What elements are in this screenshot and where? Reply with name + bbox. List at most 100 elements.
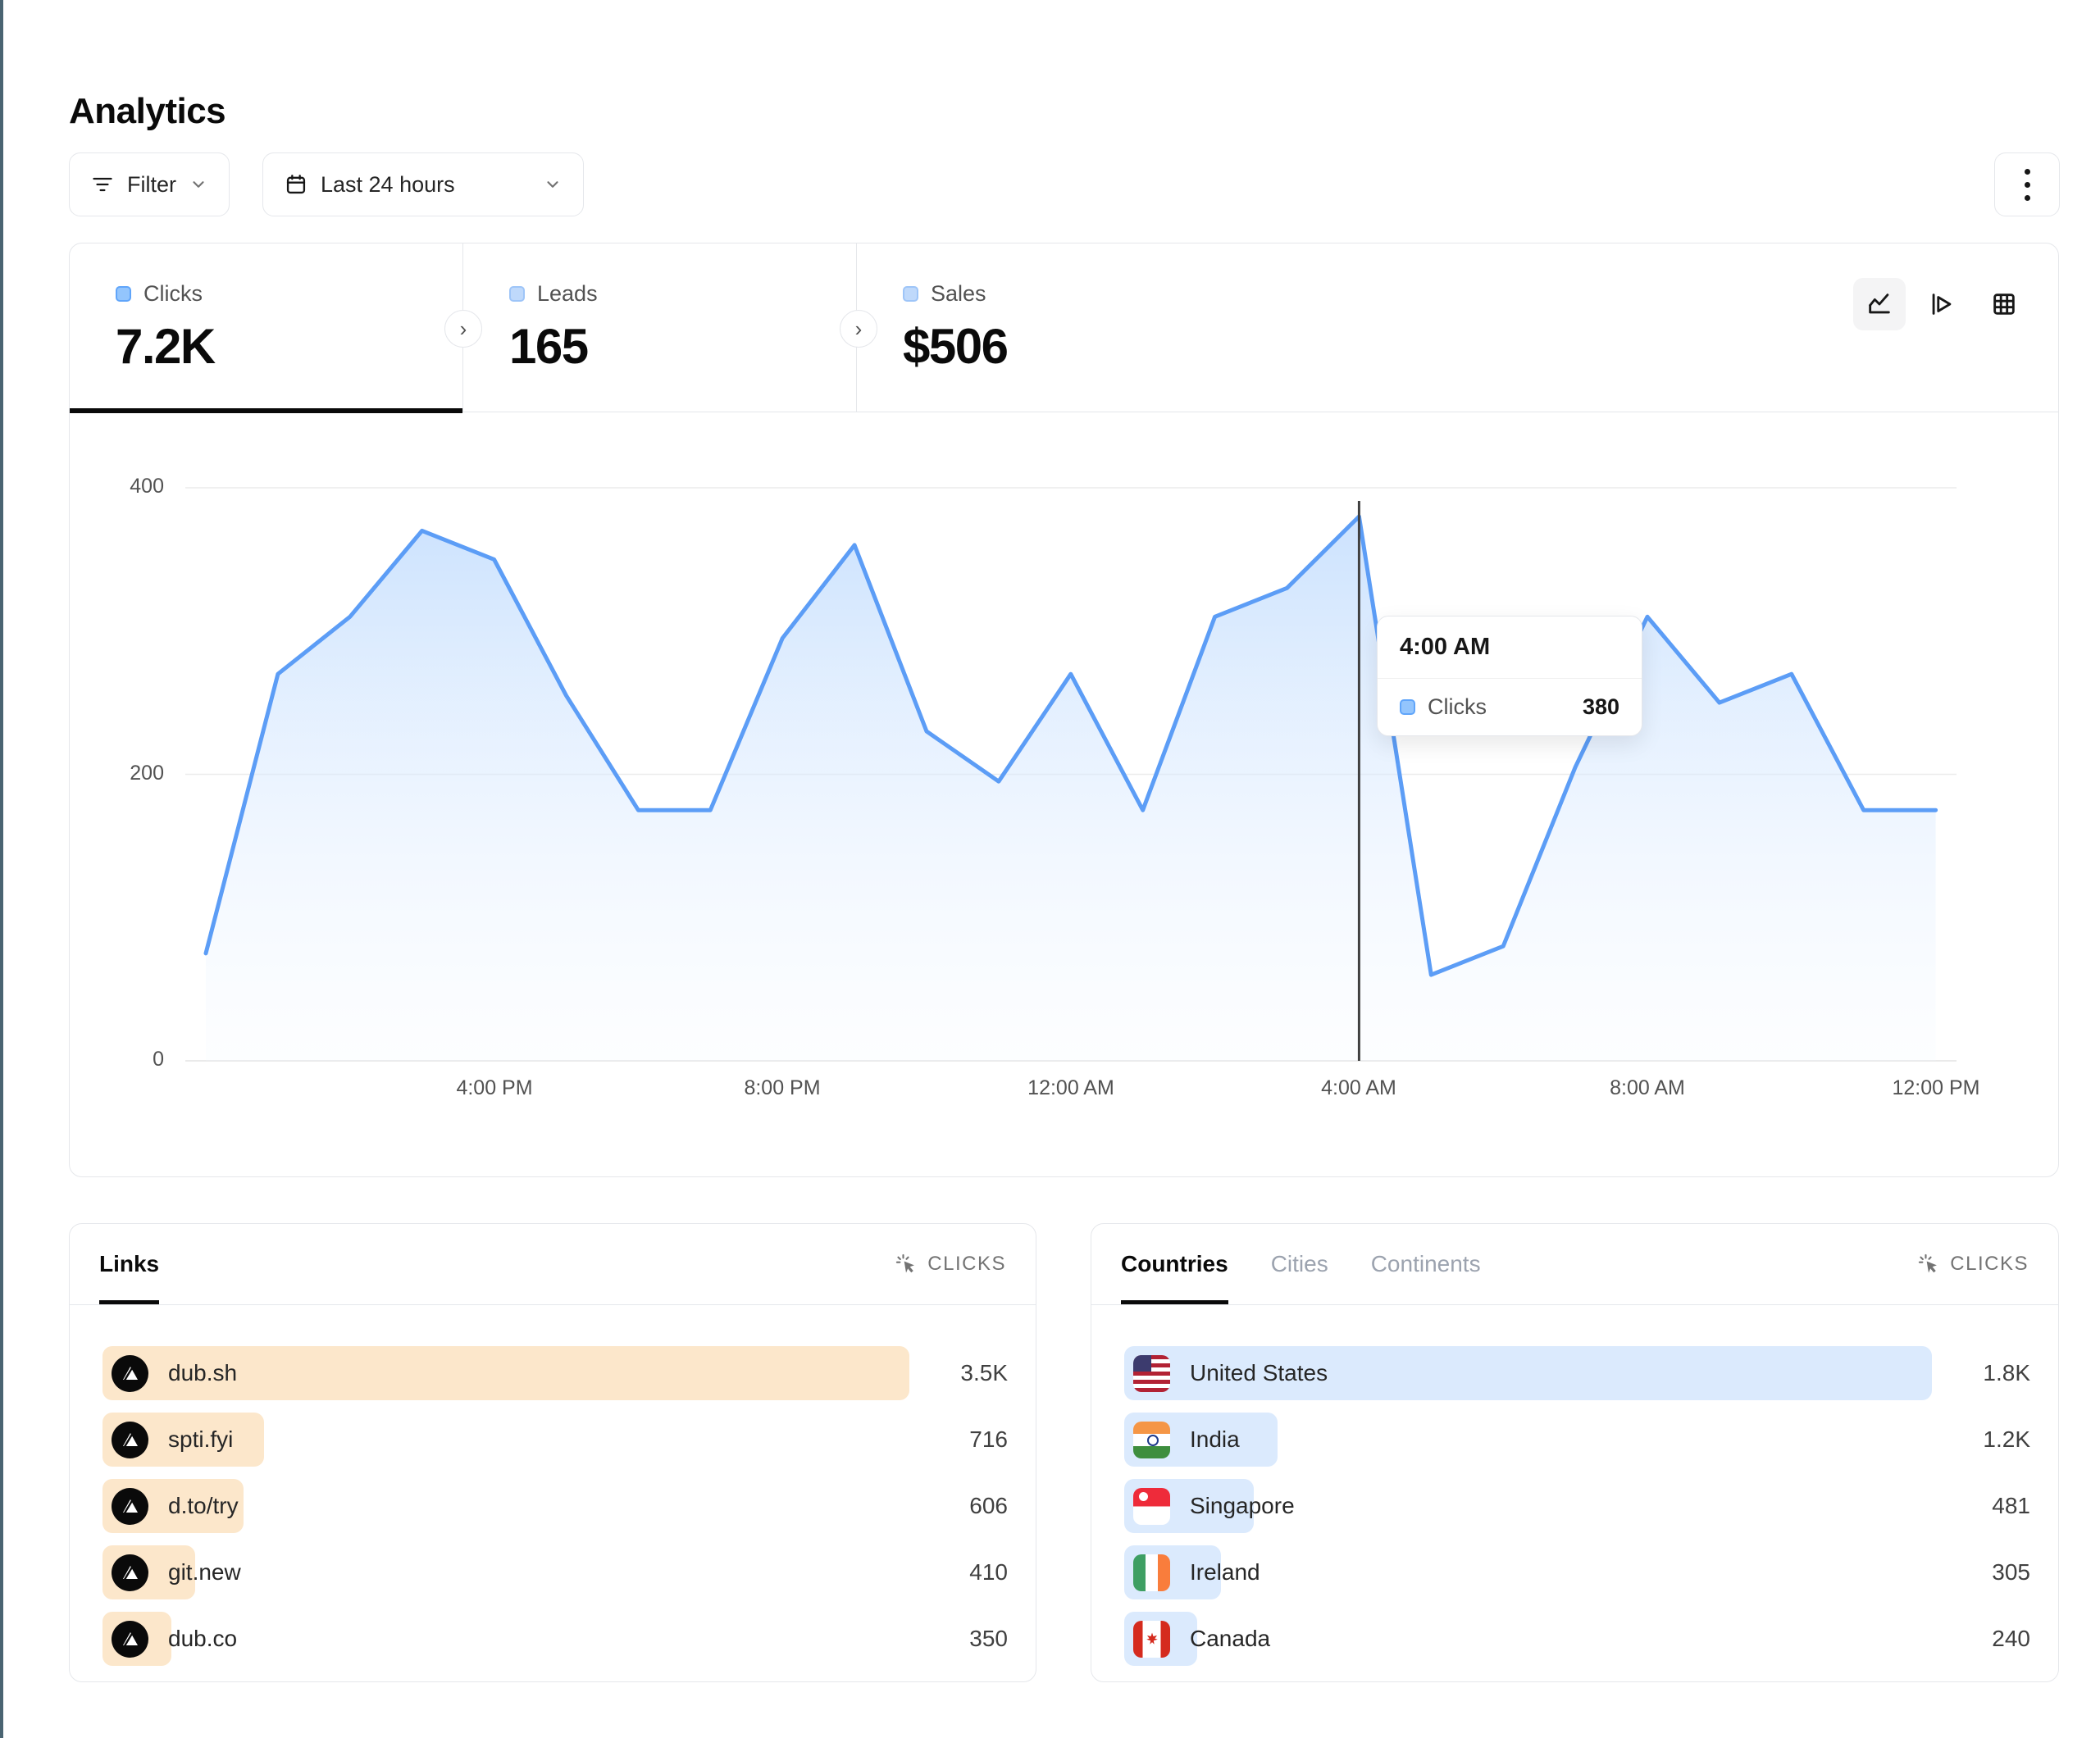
country-row[interactable]: Canada 240 <box>1124 1612 2030 1666</box>
line-chart-icon <box>1865 290 1893 318</box>
link-row[interactable]: dub.co 350 <box>102 1612 1008 1666</box>
country-clicks: 481 <box>1932 1493 2030 1519</box>
country-row[interactable]: Singapore 481 <box>1124 1479 2030 1533</box>
filter-label: Filter <box>127 172 176 198</box>
link-label: dub.sh <box>168 1360 237 1386</box>
clicks-time-series-chart[interactable]: 400 200 0 4:00 PM 8:00 PM 12:00 AM 4:00 … <box>70 412 2057 1176</box>
chevron-right-icon[interactable]: › <box>444 310 482 348</box>
link-clicks: 410 <box>909 1559 1008 1586</box>
metric-label: Clicks <box>143 281 203 307</box>
country-label: Singapore <box>1190 1493 1295 1519</box>
filter-icon <box>91 173 114 196</box>
link-label: d.to/try <box>168 1493 239 1519</box>
x-axis-tick: 4:00 AM <box>1321 1076 1396 1100</box>
link-clicks: 350 <box>909 1626 1008 1652</box>
ireland-flag-icon <box>1133 1554 1170 1591</box>
chart-type-switcher <box>1853 278 2030 330</box>
link-row[interactable]: dub.sh 3.5K <box>102 1346 1008 1400</box>
clicks-value: 7.2K <box>116 318 462 375</box>
link-clicks: 716 <box>909 1426 1008 1453</box>
x-axis-tick: 12:00 PM <box>1892 1076 1979 1100</box>
chevron-down-icon <box>544 175 562 193</box>
country-row[interactable]: India 1.2K <box>1124 1413 2030 1467</box>
x-axis-tick: 8:00 PM <box>744 1076 820 1100</box>
date-range-button[interactable]: Last 24 hours <box>262 152 584 216</box>
tooltip-value: 380 <box>1583 694 1619 720</box>
country-row[interactable]: Ireland 305 <box>1124 1545 2030 1599</box>
metric-tabs: Clicks 7.2K Leads 165 Sales $506 › › <box>70 243 2058 412</box>
chart-tooltip: 4:00 AM Clicks 380 <box>1377 616 1642 736</box>
country-clicks: 240 <box>1932 1626 2030 1652</box>
funnel-chart-icon <box>1928 290 1956 318</box>
metric-header-label: CLICKS <box>1950 1253 2029 1276</box>
clicks-legend-chip-icon <box>116 286 131 302</box>
country-row[interactable]: United States 1.8K <box>1124 1346 2030 1400</box>
y-axis-tick: 200 <box>70 762 164 785</box>
link-label: dub.co <box>168 1626 237 1652</box>
page-title: Analytics <box>69 91 225 132</box>
tab-links[interactable]: Links <box>99 1224 159 1304</box>
cursor-click-icon <box>1917 1253 1940 1276</box>
line-chart-view-button[interactable] <box>1853 278 1906 330</box>
tab-cities[interactable]: Cities <box>1271 1224 1328 1304</box>
links-panel: Links CLICKS dub.sh 3.5K <box>69 1223 1036 1682</box>
link-row[interactable]: spti.fyi 716 <box>102 1413 1008 1467</box>
dub-logo-icon <box>112 1554 148 1591</box>
x-axis-tick: 4:00 PM <box>456 1076 532 1100</box>
y-axis-tick: 0 <box>70 1048 164 1071</box>
metric-label: Leads <box>537 281 598 307</box>
singapore-flag-icon <box>1133 1488 1170 1525</box>
countries-metric-selector[interactable]: CLICKS <box>1917 1224 2029 1304</box>
link-row[interactable]: git.new 410 <box>102 1545 1008 1599</box>
tab-leads[interactable]: Leads 165 <box>463 243 857 412</box>
dub-logo-icon <box>112 1621 148 1658</box>
clicks-chart <box>70 412 2057 1176</box>
canada-flag-icon <box>1133 1621 1170 1658</box>
dub-logo-icon <box>112 1488 148 1525</box>
link-label: spti.fyi <box>168 1426 233 1453</box>
link-clicks: 606 <box>909 1493 1008 1519</box>
tab-sales[interactable]: Sales $506 <box>857 243 1255 412</box>
tab-countries[interactable]: Countries <box>1121 1224 1228 1304</box>
metric-header-label: CLICKS <box>927 1253 1006 1276</box>
y-axis-tick: 400 <box>70 475 164 498</box>
sales-legend-chip-icon <box>903 286 918 302</box>
x-axis-tick: 8:00 AM <box>1610 1076 1685 1100</box>
calendar-icon <box>285 173 307 196</box>
country-clicks: 1.8K <box>1932 1360 2030 1386</box>
filter-button[interactable]: Filter <box>69 152 230 216</box>
kebab-menu-icon <box>2025 169 2030 201</box>
cursor-click-icon <box>895 1253 918 1276</box>
country-label: India <box>1190 1426 1240 1453</box>
more-options-button[interactable] <box>1994 152 2060 216</box>
tab-clicks[interactable]: Clicks 7.2K <box>70 243 463 412</box>
india-flag-icon <box>1133 1422 1170 1458</box>
leads-legend-chip-icon <box>509 286 525 302</box>
country-label: United States <box>1190 1360 1328 1386</box>
country-clicks: 305 <box>1932 1559 2030 1586</box>
tooltip-time: 4:00 AM <box>1378 616 1642 679</box>
link-label: git.new <box>168 1559 241 1586</box>
tooltip-series-label: Clicks <box>1428 694 1487 720</box>
analytics-card: Clicks 7.2K Leads 165 Sales $506 › › <box>69 243 2059 1177</box>
country-clicks: 1.2K <box>1932 1426 2030 1453</box>
chevron-down-icon <box>189 175 207 193</box>
leads-value: 165 <box>509 318 856 375</box>
funnel-view-button[interactable] <box>1916 278 1968 330</box>
link-row[interactable]: d.to/try 606 <box>102 1479 1008 1533</box>
country-label: Canada <box>1190 1626 1270 1652</box>
countries-panel: Countries Cities Continents CLICKS Unite… <box>1091 1223 2059 1682</box>
dub-logo-icon <box>112 1355 148 1392</box>
left-edge-accent <box>0 0 3 1738</box>
table-view-button[interactable] <box>1978 278 2030 330</box>
table-grid-icon <box>1990 290 2018 318</box>
chart-area <box>206 516 1936 1061</box>
clicks-legend-chip-icon <box>1400 699 1415 715</box>
metric-label: Sales <box>931 281 986 307</box>
links-metric-selector[interactable]: CLICKS <box>895 1224 1006 1304</box>
chevron-right-icon[interactable]: › <box>840 310 877 348</box>
us-flag-icon <box>1133 1355 1170 1392</box>
sales-value: $506 <box>903 318 1255 375</box>
tab-continents[interactable]: Continents <box>1371 1224 1481 1304</box>
date-range-label: Last 24 hours <box>321 172 455 198</box>
